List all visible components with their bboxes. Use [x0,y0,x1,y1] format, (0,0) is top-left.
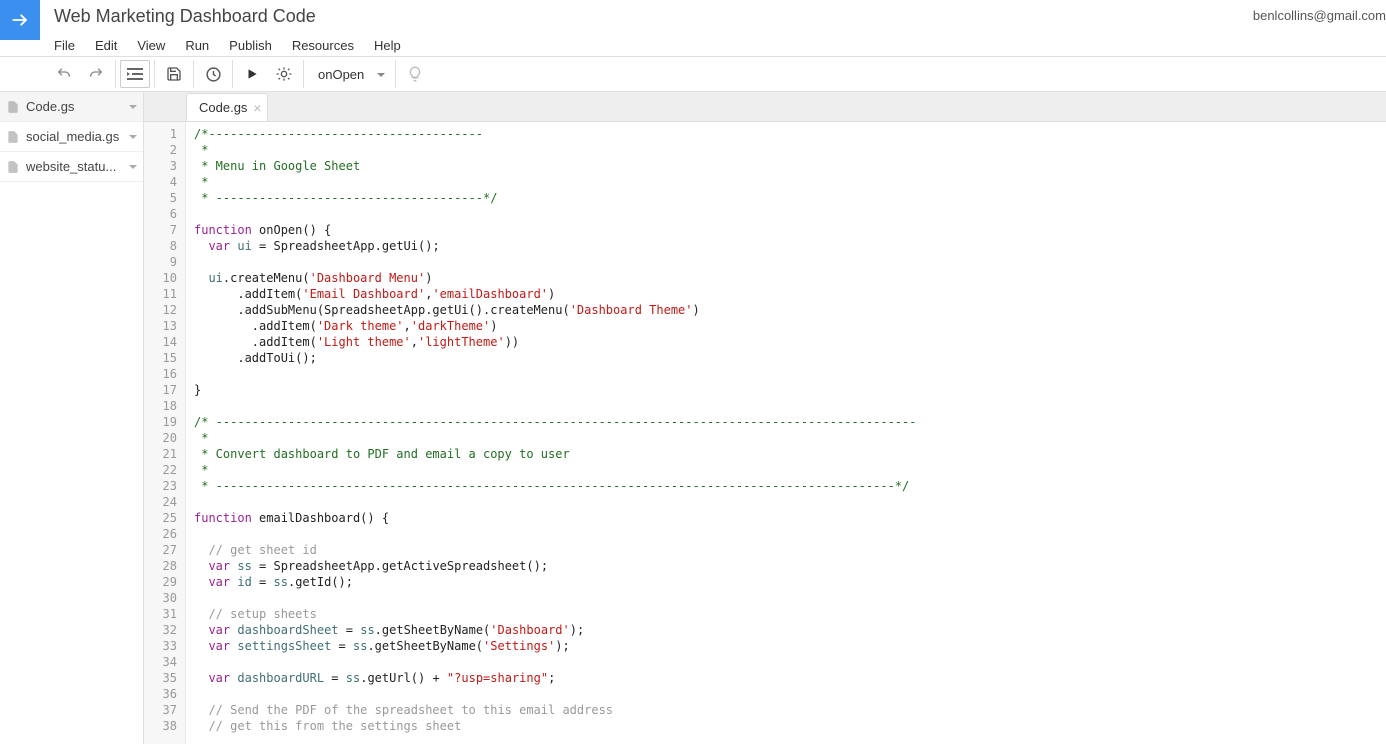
file-menu-caret[interactable] [129,165,137,169]
app-logo[interactable] [0,0,40,40]
toolbar-separator [232,60,233,88]
menu-view[interactable]: View [127,34,175,57]
file-name-label: Code.gs [26,99,125,114]
code-content[interactable]: /*--------------------------------------… [186,122,1386,744]
editor-tab[interactable]: Code.gs × [186,93,268,121]
tab-label: Code.gs [199,100,247,115]
indent-button[interactable] [120,60,150,88]
debug-button[interactable] [269,60,299,88]
file-menu-caret[interactable] [129,135,137,139]
menu-help[interactable]: Help [364,34,411,57]
file-icon [6,160,20,174]
file-icon [6,100,20,114]
toolbar-separator [395,60,396,88]
menu-file[interactable]: File [54,34,85,57]
file-name-label: website_statu... [26,159,125,174]
toolbar-separator [303,60,304,88]
redo-button[interactable] [81,60,111,88]
file-menu-caret[interactable] [129,105,137,109]
file-item[interactable]: social_media.gs [0,122,143,152]
triggers-button[interactable] [198,60,228,88]
toolbar-separator [154,60,155,88]
menu-publish[interactable]: Publish [219,34,282,57]
menu-resources[interactable]: Resources [282,34,364,57]
file-item[interactable]: website_statu... [0,152,143,182]
help-lightbulb-button[interactable] [400,60,430,88]
toolbar: onOpen [0,56,1386,92]
editor-tabs: Code.gs × [144,92,1386,122]
user-email[interactable]: benlcollins@gmail.com [1253,8,1386,23]
toolbar-separator [193,60,194,88]
toolbar-separator [115,60,116,88]
code-editor[interactable]: 1234567891011121314151617181920212223242… [144,122,1386,744]
doc-title[interactable]: Web Marketing Dashboard Code [54,0,1386,27]
file-icon [6,130,20,144]
file-sidebar: Code.gs social_media.gs website_statu... [0,92,144,744]
file-name-label: social_media.gs [26,129,125,144]
menu-edit[interactable]: Edit [85,34,127,57]
file-item[interactable]: Code.gs [0,92,143,122]
close-icon[interactable]: × [253,100,261,116]
menu-run[interactable]: Run [175,34,219,57]
run-button[interactable] [237,60,267,88]
save-button[interactable] [159,60,189,88]
line-gutter: 1234567891011121314151617181920212223242… [144,122,186,744]
function-select[interactable]: onOpen [307,60,392,88]
menubar: FileEditViewRunPublishResourcesHelp [54,27,1386,57]
undo-button[interactable] [49,60,79,88]
